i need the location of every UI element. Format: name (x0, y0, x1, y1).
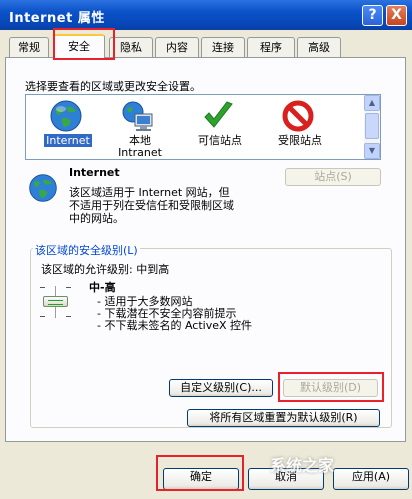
zone-internet-label: Internet (44, 134, 92, 147)
level-bullet: - 不下载未签名的 ActiveX 控件 (97, 319, 253, 332)
tab-content[interactable]: 内容 (155, 37, 199, 58)
zone-local-intranet[interactable]: 本地 Intranet (100, 97, 180, 159)
close-button[interactable]: X (386, 5, 407, 26)
apply-button[interactable]: 应用(A) (333, 468, 409, 490)
slider-tick (40, 287, 45, 288)
allowed-levels-text: 该区域的允许级别: 中到高 (41, 263, 170, 276)
zone-restricted-sites-label: 受限站点 (278, 134, 322, 147)
internet-properties-dialog: Internet 属性 ? X 常规 安全 隐私 内容 连接 程序 高级 选择要… (0, 0, 412, 499)
title-bar[interactable]: Internet 属性 ? X (0, 0, 412, 30)
local-intranet-icon (122, 101, 153, 131)
slider-tick (66, 316, 71, 317)
tab-privacy[interactable]: 隐私 (109, 37, 153, 58)
zone-description-line3: 中的网站。 (69, 212, 124, 225)
selected-zone-globe-icon (29, 174, 57, 202)
custom-level-button[interactable]: 自定义级别(C)... (169, 379, 273, 397)
security-level-group-title: 该区域的安全级别(L) (33, 242, 140, 258)
prohibited-icon (282, 100, 314, 132)
scroll-down-icon[interactable]: ▼ (364, 143, 380, 159)
scroll-thumb[interactable] (365, 113, 379, 139)
globe-icon (50, 100, 82, 132)
ok-button[interactable]: 确定 (163, 468, 239, 490)
zone-restricted-sites[interactable]: 受限站点 (260, 97, 340, 159)
checkmark-icon (204, 101, 233, 128)
zone-list[interactable]: Internet 本地 Intranet 可信站点 受限站点 (25, 94, 381, 160)
tab-security[interactable]: 安全 (53, 34, 105, 59)
select-zone-prompt: 选择要查看的区域或更改安全设置。 (25, 80, 201, 93)
zone-local-intranet-label: 本地 Intranet (118, 134, 162, 159)
slider-tick (66, 287, 71, 288)
zone-trusted-sites[interactable]: 可信站点 (180, 97, 260, 159)
zone-name: Internet (69, 166, 120, 179)
default-level-button[interactable]: 默认级别(D) (283, 379, 378, 397)
security-level-slider-thumb[interactable] (43, 296, 68, 307)
tab-advanced[interactable]: 高级 (297, 37, 341, 58)
scroll-up-icon[interactable]: ▲ (364, 95, 380, 111)
tab-connections[interactable]: 连接 (201, 37, 245, 58)
slider-tick (40, 316, 45, 317)
reset-all-zones-button[interactable]: 将所有区域重置为默认级别(R) (187, 409, 380, 427)
watermark-text: 系统之家 (270, 456, 335, 475)
tab-programs[interactable]: 程序 (247, 37, 295, 58)
help-button[interactable]: ? (362, 5, 383, 26)
window-title: Internet 属性 (9, 11, 105, 26)
zone-list-scrollbar[interactable]: ▲ ▼ (364, 95, 380, 159)
zone-internet[interactable]: Internet (28, 97, 108, 159)
zone-trusted-sites-label: 可信站点 (198, 134, 242, 147)
tab-general[interactable]: 常规 (9, 37, 49, 58)
sites-button[interactable]: 站点(S) (285, 168, 381, 186)
